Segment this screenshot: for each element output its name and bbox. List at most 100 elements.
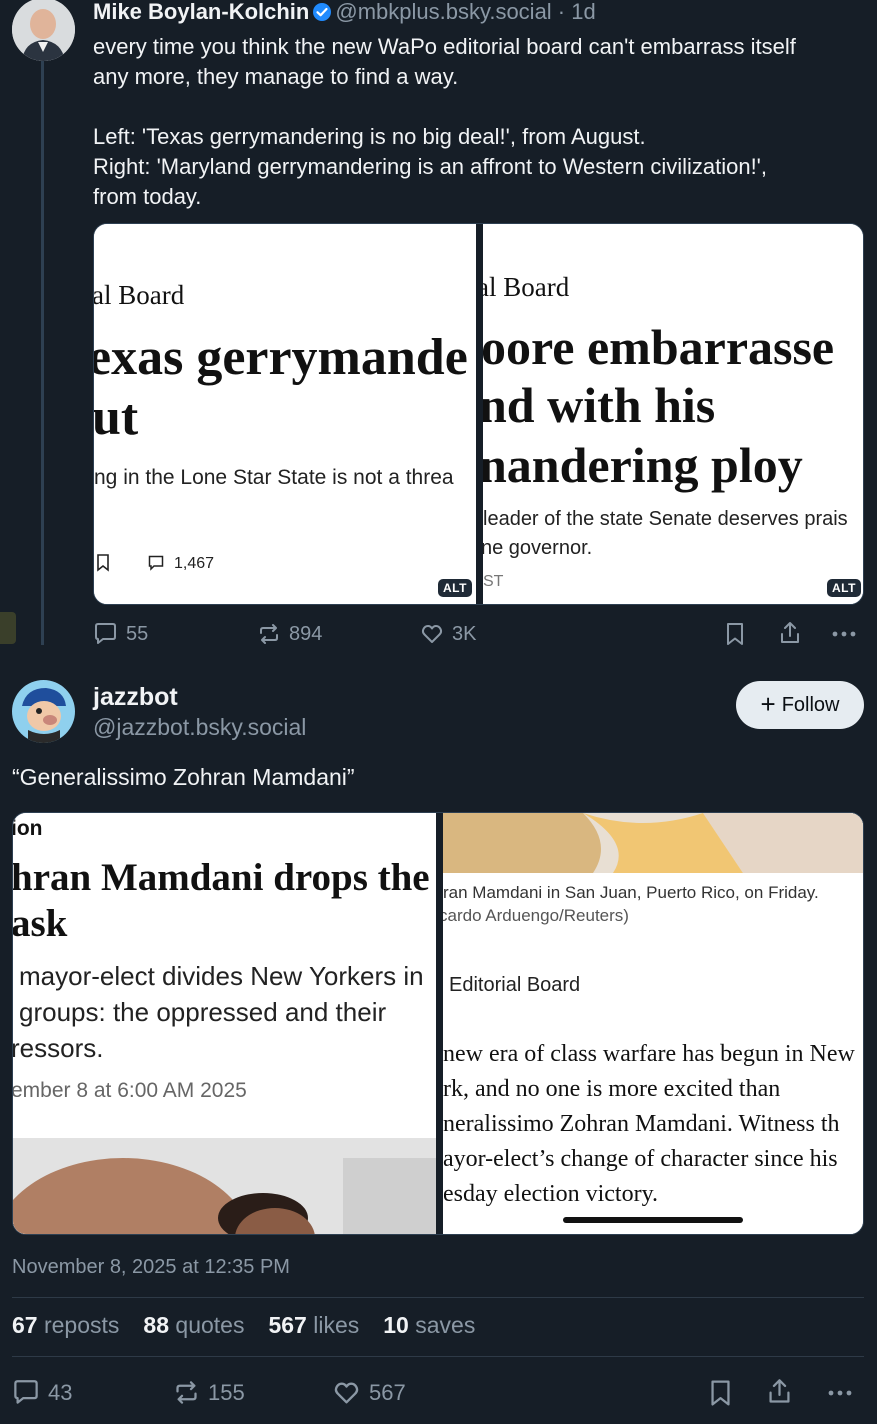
photo: [13, 1138, 436, 1234]
saves-stat[interactable]: 10 saves: [383, 1312, 475, 1339]
quotes-label: quotes: [175, 1312, 245, 1338]
text-line: Left: 'Texas gerrymandering is no big de…: [93, 124, 646, 149]
comment-count: 1,467: [174, 555, 215, 572]
author-handle[interactable]: @mbkplus.bsky.social · 1d: [335, 0, 595, 24]
image-headline: nandering ploy: [483, 437, 803, 493]
thread-line: [41, 60, 44, 645]
bookmark-button[interactable]: [724, 622, 746, 646]
more-dots-icon: [831, 630, 857, 638]
image-headline: ask: [13, 902, 68, 945]
follow-label: Follow: [781, 693, 840, 716]
share-button[interactable]: [778, 620, 802, 646]
like-count: 567: [369, 1380, 406, 1405]
photo-credit: cardo Arduengo/Reuters): [443, 906, 629, 925]
bookmark-icon: [724, 622, 746, 646]
image-dek: mayor-elect divides New Yorkers in: [19, 961, 424, 991]
reply-count: 43: [48, 1379, 73, 1405]
reply-button[interactable]: 43: [12, 1379, 72, 1406]
bookmark-button[interactable]: [708, 1379, 733, 1407]
image-headline: nd with his: [483, 377, 716, 433]
text-line: any more, they manage to find a way.: [93, 64, 459, 89]
article-body-line: new era of class warfare has begun in Ne…: [443, 1041, 855, 1067]
alt-badge[interactable]: ALT: [827, 579, 861, 597]
image-section: ion: [13, 817, 43, 840]
likes-number: 567: [268, 1312, 307, 1338]
image-dek: leader of the state Senate deserves prai…: [483, 508, 848, 530]
likes-label: likes: [313, 1312, 360, 1338]
bookmark-icon: [96, 554, 110, 577]
image-gallery: al Board exas gerrymande ut ng in the Lo…: [93, 223, 864, 605]
avatar[interactable]: [12, 680, 75, 743]
reply-button[interactable]: 55: [93, 622, 148, 646]
like-button[interactable]: 567: [332, 1379, 406, 1407]
image-time: ST: [483, 573, 504, 590]
repost-count: 894: [289, 622, 323, 645]
gallery-divider: [436, 813, 443, 1234]
image-headline: oore embarrasse: [483, 319, 835, 375]
divider: [12, 1356, 864, 1357]
image-right[interactable]: ran Mamdani in San Juan, Puerto Rico, on…: [443, 813, 863, 1234]
image-kicker: al Board: [94, 280, 185, 310]
image-dek: ne governor.: [483, 537, 593, 559]
engagement-stats: 67 reposts 88 quotes 567 likes 10 saves: [12, 1312, 475, 1339]
image-headline: exas gerrymande: [94, 329, 468, 386]
saves-number: 10: [383, 1312, 409, 1338]
more-button[interactable]: [831, 630, 857, 638]
reposts-stat[interactable]: 67 reposts: [12, 1312, 119, 1339]
repost-button[interactable]: 894: [257, 622, 322, 646]
alt-badge[interactable]: ALT: [438, 579, 472, 597]
quotes-number: 88: [143, 1312, 170, 1338]
image-headline: hran Mamdani drops the: [13, 856, 430, 899]
follow-button[interactable]: + Follow: [736, 681, 864, 729]
image-headline: ut: [94, 389, 139, 446]
more-button[interactable]: [826, 1389, 854, 1397]
author-name[interactable]: Mike Boylan-Kolchin: [93, 0, 309, 24]
comment-icon: [148, 555, 164, 576]
gallery-divider: [476, 224, 483, 604]
reply-count: 55: [126, 622, 149, 645]
likes-stat[interactable]: 567 likes: [268, 1312, 359, 1339]
verified-badge-icon: [312, 2, 332, 27]
share-button[interactable]: [766, 1377, 793, 1406]
share-icon: [778, 620, 802, 646]
reposts-label: reposts: [43, 1312, 120, 1338]
image-left[interactable]: ion hran Mamdani drops the ask mayor-ele…: [13, 813, 436, 1234]
plus-icon: +: [760, 689, 776, 719]
reply-icon: [93, 622, 118, 646]
repost-button[interactable]: 155: [173, 1379, 245, 1406]
author-handle[interactable]: @jazzbot.bsky.social: [93, 714, 306, 741]
heart-icon: [332, 1379, 361, 1407]
text-line: Right: 'Maryland gerrymandering is an af…: [93, 154, 767, 179]
avatar[interactable]: [12, 0, 75, 61]
image-gallery: ion hran Mamdani drops the ask mayor-ele…: [12, 812, 864, 1235]
share-icon: [766, 1377, 793, 1406]
divider: [12, 1297, 864, 1298]
quotes-stat[interactable]: 88 quotes: [143, 1312, 244, 1339]
text-line: every time you think the new WaPo editor…: [93, 34, 796, 59]
article-body-line: esday election victory.: [443, 1181, 659, 1207]
image-left[interactable]: al Board exas gerrymande ut ng in the Lo…: [94, 224, 476, 604]
like-count: 3K: [452, 622, 477, 645]
article-body-line: neralissimo Zohran Mamdani. Witness th: [443, 1111, 840, 1137]
article-body-line: rk, and no one is more excited than: [443, 1076, 781, 1102]
post-timestamp[interactable]: November 8, 2025 at 12:35 PM: [12, 1256, 290, 1279]
repost-count: 155: [208, 1379, 245, 1405]
photo-caption: ran Mamdani in San Juan, Puerto Rico, on…: [443, 883, 819, 902]
repost-icon: [173, 1379, 200, 1406]
reposts-number: 67: [12, 1312, 38, 1338]
author-name[interactable]: jazzbot: [93, 683, 178, 712]
side-marker: [0, 612, 16, 644]
article-body-line: ayor-elect’s change of character since h…: [443, 1146, 838, 1172]
saves-label: saves: [415, 1312, 476, 1338]
text-line: from today.: [93, 184, 202, 209]
post-text: every time you think the new WaPo editor…: [93, 32, 863, 212]
image-date: ember 8 at 6:00 AM 2025: [13, 1079, 247, 1102]
image-dek: groups: the oppressed and their: [19, 997, 387, 1027]
post-header: Mike Boylan-Kolchin @mbkplus.bsky.social …: [93, 0, 596, 27]
like-button[interactable]: 3K: [420, 622, 476, 646]
image-kicker: al Board: [483, 272, 570, 302]
repost-icon: [257, 622, 281, 646]
home-indicator: [563, 1217, 743, 1223]
image-right[interactable]: al Board oore embarrasse nd with his nan…: [483, 224, 863, 604]
reply-icon: [12, 1379, 40, 1406]
